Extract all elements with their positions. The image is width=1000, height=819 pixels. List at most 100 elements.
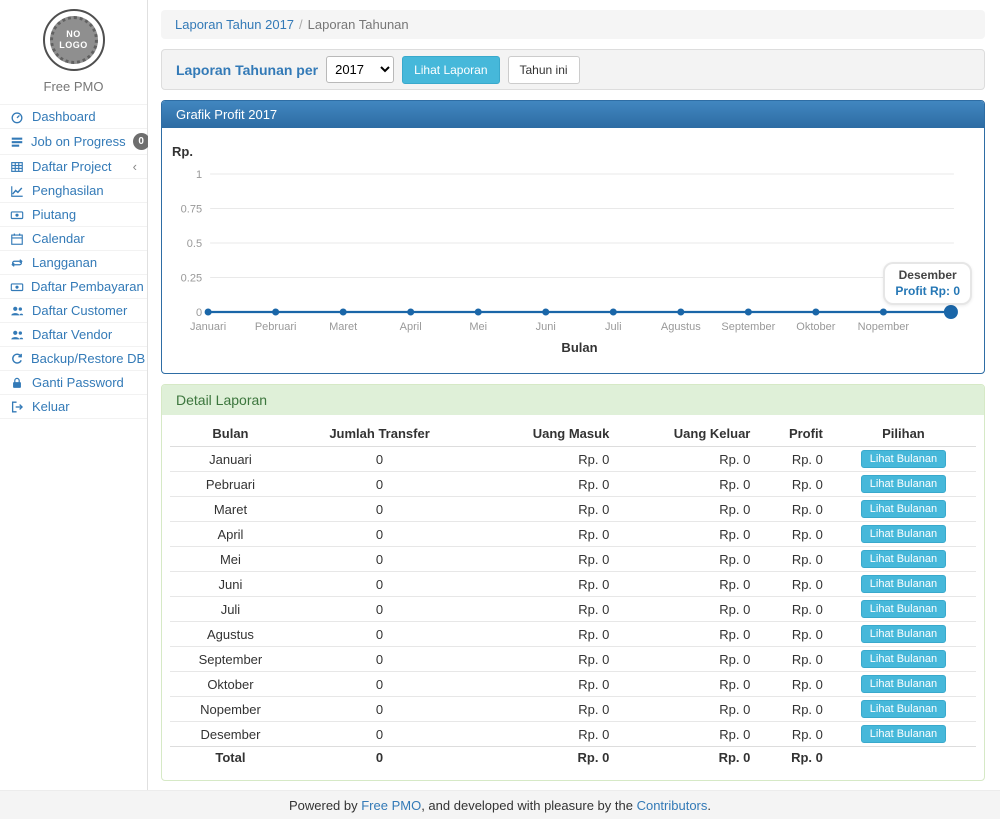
sidebar-item-daftar-vendor[interactable]: Daftar Vendor bbox=[0, 322, 147, 346]
lihat-bulanan-button[interactable]: Lihat Bulanan bbox=[861, 550, 946, 568]
lihat-bulanan-button[interactable]: Lihat Bulanan bbox=[861, 525, 946, 543]
lihat-bulanan-button[interactable]: Lihat Bulanan bbox=[861, 500, 946, 518]
sidebar-item-dashboard[interactable]: Dashboard bbox=[0, 104, 147, 128]
cell-bulan: April bbox=[170, 522, 291, 547]
lihat-bulanan-button[interactable]: Lihat Bulanan bbox=[861, 675, 946, 693]
total-jumlah_transfer: 0 bbox=[291, 747, 468, 769]
cell-pilihan: Lihat Bulanan bbox=[831, 572, 976, 597]
cell-pilihan: Lihat Bulanan bbox=[831, 522, 976, 547]
data-point-juni bbox=[542, 309, 549, 316]
cell-pilihan: Lihat Bulanan bbox=[831, 697, 976, 722]
lihat-bulanan-button[interactable]: Lihat Bulanan bbox=[861, 450, 946, 468]
cell-uang_masuk: Rp. 0 bbox=[468, 722, 617, 747]
profit-line-chart: Rp.00.250.50.751JanuariPebruariMaretApri… bbox=[162, 128, 984, 373]
cell-uang_masuk: Rp. 0 bbox=[468, 447, 617, 472]
sign-out-icon bbox=[10, 400, 25, 414]
lihat-bulanan-button[interactable]: Lihat Bulanan bbox=[861, 625, 946, 643]
total-empty-cell bbox=[831, 747, 976, 769]
footer-text: Powered by bbox=[289, 798, 361, 813]
table-row-oktober: Oktober0Rp. 0Rp. 0Rp. 0Lihat Bulanan bbox=[170, 672, 976, 697]
cell-uang_masuk: Rp. 0 bbox=[468, 697, 617, 722]
x-tick-label: Juni bbox=[536, 321, 556, 333]
lihat-bulanan-button[interactable]: Lihat Bulanan bbox=[861, 725, 946, 743]
sidebar-item-job-on-progress[interactable]: Job on Progress0 bbox=[0, 128, 147, 154]
cell-uang_keluar: Rp. 0 bbox=[617, 647, 758, 672]
year-select[interactable]: 2017 bbox=[326, 56, 394, 83]
logo-badge: NO LOGO bbox=[43, 9, 105, 71]
cell-profit: Rp. 0 bbox=[758, 497, 831, 522]
cell-profit: Rp. 0 bbox=[758, 547, 831, 572]
y-tick-label: 0 bbox=[196, 307, 202, 319]
cell-uang_keluar: Rp. 0 bbox=[617, 572, 758, 597]
sidebar-item-keluar[interactable]: Keluar bbox=[0, 394, 147, 419]
data-point-nopember bbox=[880, 309, 887, 316]
x-tick-label: April bbox=[400, 321, 422, 333]
data-point-september bbox=[745, 309, 752, 316]
table-row-juni: Juni0Rp. 0Rp. 0Rp. 0Lihat Bulanan bbox=[170, 572, 976, 597]
sidebar-item-daftar-project[interactable]: Daftar Project‹ bbox=[0, 154, 147, 178]
cell-bulan: Desember bbox=[170, 722, 291, 747]
lihat-laporan-button[interactable]: Lihat Laporan bbox=[402, 56, 499, 84]
sidebar-item-calendar[interactable]: Calendar bbox=[0, 226, 147, 250]
sidebar-item-daftar-customer[interactable]: Daftar Customer bbox=[0, 298, 147, 322]
sidebar-item-label: Langganan bbox=[32, 255, 97, 270]
breadcrumb: Laporan Tahun 2017/Laporan Tahunan bbox=[161, 10, 985, 39]
cell-uang_masuk: Rp. 0 bbox=[468, 597, 617, 622]
sidebar-item-label: Daftar Pembayaran bbox=[31, 279, 144, 294]
cell-jumlah_transfer: 0 bbox=[291, 572, 468, 597]
breadcrumb-link[interactable]: Laporan Tahun 2017 bbox=[175, 17, 294, 32]
table-row-juli: Juli0Rp. 0Rp. 0Rp. 0Lihat Bulanan bbox=[170, 597, 976, 622]
cell-bulan: September bbox=[170, 647, 291, 672]
users-icon bbox=[10, 304, 25, 318]
contributors-link[interactable]: Contributors bbox=[637, 798, 708, 813]
cell-bulan: Agustus bbox=[170, 622, 291, 647]
tahun-ini-button[interactable]: Tahun ini bbox=[508, 56, 580, 84]
column-header: Jumlah Transfer bbox=[291, 421, 468, 447]
cell-pilihan: Lihat Bulanan bbox=[831, 447, 976, 472]
sidebar-item-backup-restore-db[interactable]: Backup/Restore DB bbox=[0, 346, 147, 370]
lihat-bulanan-button[interactable]: Lihat Bulanan bbox=[861, 575, 946, 593]
logo-text-line2: LOGO bbox=[59, 40, 88, 51]
cell-bulan: Juni bbox=[170, 572, 291, 597]
x-tick-label: Januari bbox=[190, 321, 226, 333]
cell-bulan: Oktober bbox=[170, 672, 291, 697]
cell-pilihan: Lihat Bulanan bbox=[831, 472, 976, 497]
filter-label: Laporan Tahunan per bbox=[176, 62, 318, 78]
sidebar-item-daftar-pembayaran[interactable]: Daftar Pembayaran bbox=[0, 274, 147, 298]
sidebar-item-label: Daftar Project bbox=[32, 159, 111, 174]
cell-uang_keluar: Rp. 0 bbox=[617, 722, 758, 747]
sidebar-item-ganti-password[interactable]: Ganti Password bbox=[0, 370, 147, 394]
sidebar-item-label: Dashboard bbox=[32, 109, 96, 124]
year-filter-bar: Laporan Tahunan per 2017 Lihat Laporan T… bbox=[161, 49, 985, 90]
profit-chart: Rp.00.250.50.751JanuariPebruariMaretApri… bbox=[162, 128, 984, 373]
x-axis-label: Bulan bbox=[561, 340, 597, 355]
sidebar-item-label: Calendar bbox=[32, 231, 85, 246]
cell-jumlah_transfer: 0 bbox=[291, 697, 468, 722]
sidebar-item-langganan[interactable]: Langganan bbox=[0, 250, 147, 274]
sidebar-item-piutang[interactable]: Piutang bbox=[0, 202, 147, 226]
x-tick-label: Nopember bbox=[858, 321, 910, 333]
logo-text-line1: NO bbox=[66, 29, 81, 40]
sidebar-item-label: Job on Progress bbox=[31, 134, 126, 149]
sidebar-item-penghasilan[interactable]: Penghasilan bbox=[0, 178, 147, 202]
main-content: Laporan Tahun 2017/Laporan Tahunan Lapor… bbox=[148, 0, 1000, 790]
cell-bulan: Juli bbox=[170, 597, 291, 622]
cell-uang_masuk: Rp. 0 bbox=[468, 547, 617, 572]
cell-jumlah_transfer: 0 bbox=[291, 547, 468, 572]
lihat-bulanan-button[interactable]: Lihat Bulanan bbox=[861, 475, 946, 493]
free-pmo-link[interactable]: Free PMO bbox=[361, 798, 421, 813]
lihat-bulanan-button[interactable]: Lihat Bulanan bbox=[861, 650, 946, 668]
cell-bulan: Mei bbox=[170, 547, 291, 572]
brand-name: Free PMO bbox=[0, 79, 147, 94]
table-row-pebruari: Pebruari0Rp. 0Rp. 0Rp. 0Lihat Bulanan bbox=[170, 472, 976, 497]
total-profit: Rp. 0 bbox=[758, 747, 831, 769]
lihat-bulanan-button[interactable]: Lihat Bulanan bbox=[861, 700, 946, 718]
logo: NO LOGO Free PMO bbox=[0, 0, 147, 94]
sidebar-item-label: Backup/Restore DB bbox=[31, 351, 145, 366]
cell-pilihan: Lihat Bulanan bbox=[831, 722, 976, 747]
breadcrumb-separator: / bbox=[299, 17, 303, 32]
cell-bulan: Nopember bbox=[170, 697, 291, 722]
detail-report-panel: Detail Laporan BulanJumlah TransferUang … bbox=[161, 384, 985, 781]
users-icon bbox=[10, 328, 25, 342]
lihat-bulanan-button[interactable]: Lihat Bulanan bbox=[861, 600, 946, 618]
